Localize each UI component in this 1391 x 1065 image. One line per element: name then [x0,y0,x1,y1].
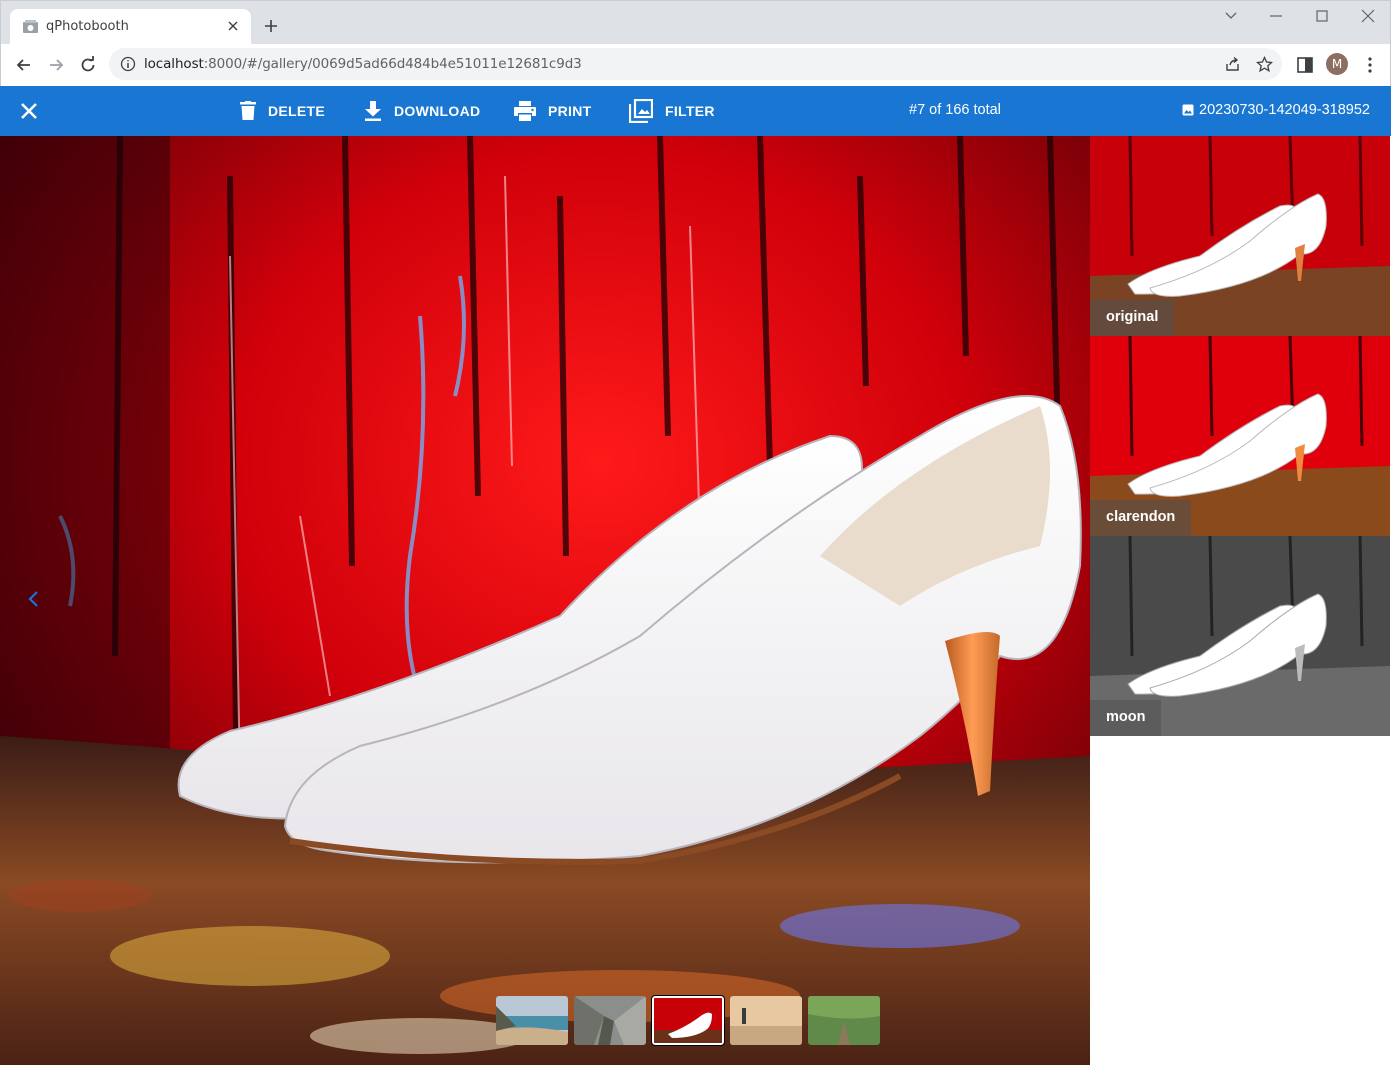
gallery-app-bar: DELETE DOWNLOAD PRINT FILTER #7 of 166 t… [0,86,1391,136]
filter-label-original: original [1090,300,1175,336]
print-label: PRINT [548,103,592,119]
thumbnail-forest-path[interactable] [808,996,880,1045]
site-info-icon[interactable] [120,56,136,72]
download-icon [365,101,381,121]
browser-toolbar: localhost:8000/#/gallery/0069d5ad66d484b… [0,44,1391,86]
thumbnail-beach[interactable] [496,996,568,1045]
download-label: DOWNLOAD [394,103,481,119]
image-icon [1182,104,1194,116]
thumbnail-white-heels[interactable] [651,995,725,1046]
filter-option-clarendon[interactable]: clarendon [1090,336,1390,536]
back-icon[interactable] [14,55,34,75]
maximize-icon[interactable] [1313,9,1331,23]
minimize-icon[interactable] [1267,9,1285,23]
tab-title: qPhotobooth [46,19,129,34]
profile-avatar[interactable]: M [1326,53,1348,75]
forest-thumbnail-image [808,996,880,1045]
browser-tab[interactable]: qPhotobooth [10,9,251,45]
trash-icon [240,101,256,120]
tab-search-icon[interactable] [1222,9,1240,23]
thumbnail-rocks[interactable] [574,996,646,1045]
image-counter: #7 of 166 total [909,102,1001,118]
sunset-thumbnail-image [730,996,802,1045]
reload-icon[interactable] [78,55,98,75]
close-gallery-icon[interactable] [16,98,42,124]
new-tab-icon[interactable] [263,18,279,34]
address-bar[interactable]: localhost:8000/#/gallery/0069d5ad66d484b… [109,48,1282,80]
filter-option-moon[interactable]: moon [1090,536,1390,736]
share-icon[interactable] [1224,56,1241,73]
thumbnail-strip [496,995,880,1046]
photobooth-favicon-icon [23,20,38,33]
photo-filter-icon [629,99,653,123]
filter-label-moon: moon [1090,700,1162,736]
white-heels-photo [0,136,1090,1065]
close-window-icon[interactable] [1359,9,1377,23]
thumbnail-person-sunset[interactable] [730,996,802,1045]
browser-tab-bar: qPhotobooth [0,0,1391,45]
delete-button[interactable]: DELETE [240,86,325,136]
filter-option-original[interactable]: original [1090,136,1390,336]
previous-image-chevron-icon[interactable] [25,588,43,610]
beach-thumbnail-image [496,996,568,1045]
download-button[interactable]: DOWNLOAD [364,86,480,136]
url-text: localhost:8000/#/gallery/0069d5ad66d484b… [144,56,582,72]
forward-icon[interactable] [46,55,66,75]
image-filename: 20230730-142049-318952 [1182,102,1370,118]
rocks-thumbnail-image [574,996,646,1045]
delete-label: DELETE [268,103,326,119]
filter-button[interactable]: FILTER [629,86,715,136]
filter-label: FILTER [665,103,715,119]
browser-menu-icon[interactable] [1360,55,1380,75]
filter-sidebar: original clarendon moon [1090,136,1391,1065]
print-button[interactable]: PRINT [514,86,592,136]
close-tab-icon[interactable] [225,18,241,34]
filename-text: 20230730-142049-318952 [1199,102,1370,118]
filter-label-clarendon: clarendon [1090,500,1192,536]
bookmark-star-icon[interactable] [1256,56,1273,73]
side-panel-icon[interactable] [1295,55,1315,75]
printer-icon [514,101,536,121]
main-photo [0,136,1090,1065]
heels-thumbnail-image [654,998,722,1043]
